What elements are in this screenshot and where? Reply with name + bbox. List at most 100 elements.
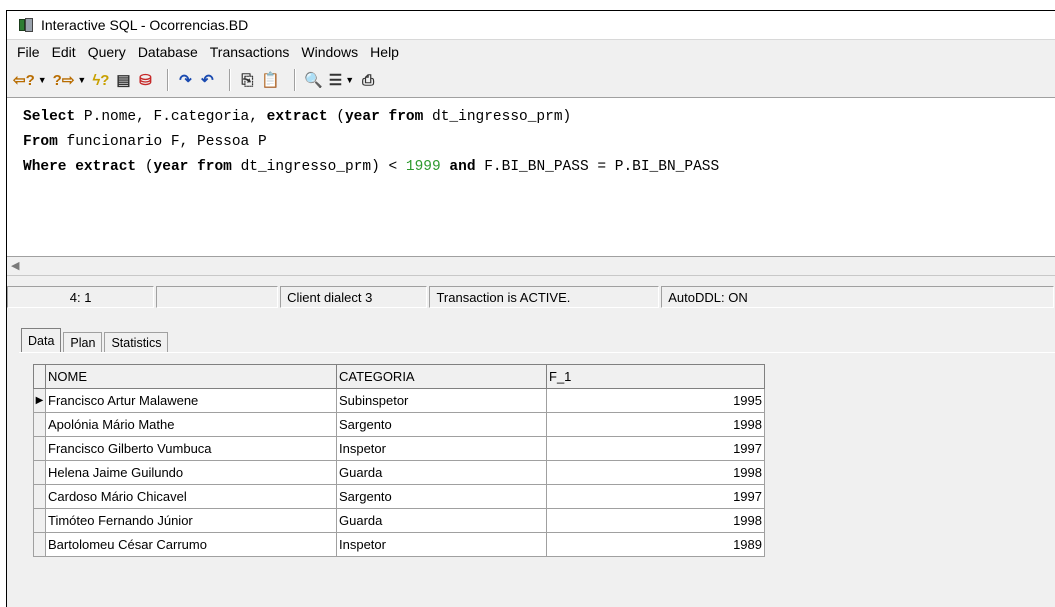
cell-f1[interactable]: 1998 xyxy=(546,508,765,533)
sql-keyword: Where xyxy=(23,159,67,175)
row-indicator xyxy=(33,484,46,509)
cell-f1[interactable]: 1998 xyxy=(546,412,765,437)
tab-data[interactable]: Data xyxy=(21,328,62,353)
sql-keyword: extract xyxy=(75,159,137,175)
cell-nome[interactable]: Helena Jaime Guilundo xyxy=(45,460,337,485)
commit-icon[interactable]: ↷ xyxy=(177,69,193,91)
sql-text: ( xyxy=(136,159,154,175)
title-bar: Interactive SQL - Ocorrencias.BD xyxy=(7,11,1055,40)
scroll-left-icon[interactable]: ◀ xyxy=(11,259,19,272)
find-icon[interactable]: 🔍 xyxy=(304,69,323,91)
row-indicator xyxy=(33,460,46,485)
client-dialect: Client dialect 3 xyxy=(280,286,428,308)
copy-icon[interactable]: ⎘ xyxy=(239,69,255,91)
column-header-nome[interactable]: NOME xyxy=(45,364,337,389)
status-bar: 4: 1 Client dialect 3 Transaction is ACT… xyxy=(7,286,1055,308)
cell-categoria[interactable]: Sargento xyxy=(336,412,547,437)
sql-text: F.BI_BN_PASS = P.BI_BN_PASS xyxy=(475,159,720,175)
sql-text: dt_ingresso_prm) < xyxy=(231,159,406,175)
sql-keyword: year xyxy=(344,109,380,125)
sql-keyword: from xyxy=(197,159,232,175)
toolbar-separator xyxy=(167,69,170,91)
print-icon[interactable]: ⎙ xyxy=(360,69,376,91)
column-header-categoria[interactable]: CATEGORIA xyxy=(336,364,547,389)
status-empty-panel xyxy=(156,286,279,308)
sql-editor[interactable]: Select P.nome, F.categoria, extract (yea… xyxy=(7,97,1055,257)
rollback-icon[interactable]: ↶ xyxy=(199,69,215,91)
result-tabs: Data Plan Statistics xyxy=(21,328,170,353)
cell-categoria[interactable]: Subinspetor xyxy=(336,388,547,413)
menu-query[interactable]: Query xyxy=(82,44,132,60)
save-script-icon[interactable]: ⛁ xyxy=(137,69,153,91)
table-row[interactable]: Cardoso Mário Chicavel Sargento 1997 xyxy=(33,484,765,509)
cell-categoria[interactable]: Inspetor xyxy=(336,532,547,557)
menu-edit[interactable]: Edit xyxy=(46,44,82,60)
menu-file[interactable]: File xyxy=(11,44,46,60)
cell-f1[interactable]: 1997 xyxy=(546,484,765,509)
cursor-position: 4: 1 xyxy=(7,286,155,308)
tab-statistics[interactable]: Statistics xyxy=(104,332,169,353)
paste-icon[interactable]: 📋 xyxy=(261,69,280,91)
toolbar: ⇦? ▼ ?⇨ ▼ ϟ? ▤ ⛁ ↷ ↶ ⎘ 📋 🔍 ☰ ▼ ⎙ xyxy=(7,65,1055,95)
table-row[interactable]: Helena Jaime Guilundo Guarda 1998 xyxy=(33,460,765,485)
column-header-f1[interactable]: F_1 xyxy=(546,364,765,389)
sql-keyword: extract xyxy=(266,109,328,125)
cell-categoria[interactable]: Guarda xyxy=(336,508,547,533)
cell-nome[interactable]: Bartolomeu César Carrumo xyxy=(45,532,337,557)
metadata-icon[interactable]: ☰ ▼ xyxy=(329,69,354,91)
cell-f1[interactable]: 1989 xyxy=(546,532,765,557)
sql-keyword: and xyxy=(449,159,476,175)
table-row[interactable]: Francisco Gilberto Vumbuca Inspetor 1997 xyxy=(33,436,765,461)
load-script-icon[interactable]: ▤ xyxy=(115,69,131,91)
menu-help[interactable]: Help xyxy=(364,44,405,60)
results-grid[interactable]: NOME CATEGORIA F_1 ▶ Francisco Artur Mal… xyxy=(33,364,765,557)
menu-windows[interactable]: Windows xyxy=(295,44,364,60)
sql-keyword: from xyxy=(388,109,424,125)
table-row[interactable]: ▶ Francisco Artur Malawene Subinspetor 1… xyxy=(33,388,765,413)
cell-categoria[interactable]: Guarda xyxy=(336,460,547,485)
row-indicator-header xyxy=(33,364,46,389)
window-title: Interactive SQL - Ocorrencias.BD xyxy=(41,17,249,33)
table-row[interactable]: Apolónia Mário Mathe Sargento 1998 xyxy=(33,412,765,437)
sql-line-3: Where extract (year from dt_ingresso_prm… xyxy=(23,155,1055,180)
cell-nome[interactable]: Francisco Gilberto Vumbuca xyxy=(45,436,337,461)
grid-header-row: NOME CATEGORIA F_1 xyxy=(33,364,765,389)
data-tab-panel: NOME CATEGORIA F_1 ▶ Francisco Artur Mal… xyxy=(19,352,1055,607)
next-query-icon[interactable]: ?⇨ ▼ xyxy=(53,69,87,91)
cell-nome[interactable]: Francisco Artur Malawene xyxy=(45,388,337,413)
menu-bar: File Edit Query Database Transactions Wi… xyxy=(7,40,1055,64)
row-indicator xyxy=(33,412,46,437)
table-row[interactable]: Timóteo Fernando Júnior Guarda 1998 xyxy=(33,508,765,533)
prev-query-icon[interactable]: ⇦? ▼ xyxy=(13,69,47,91)
cell-categoria[interactable]: Inspetor xyxy=(336,436,547,461)
sql-text: ( xyxy=(327,109,345,125)
row-indicator xyxy=(33,532,46,557)
sql-text: funcionario F, Pessoa P xyxy=(57,134,267,150)
menu-transactions[interactable]: Transactions xyxy=(204,44,296,60)
cell-f1[interactable]: 1997 xyxy=(546,436,765,461)
menu-database[interactable]: Database xyxy=(132,44,204,60)
sql-keyword: Select xyxy=(23,109,76,125)
cell-f1[interactable]: 1998 xyxy=(546,460,765,485)
sql-line-2: From funcionario F, Pessoa P xyxy=(23,130,1055,155)
cell-nome[interactable]: Timóteo Fernando Júnior xyxy=(45,508,337,533)
cell-nome[interactable]: Cardoso Mário Chicavel xyxy=(45,484,337,509)
cell-f1[interactable]: 1995 xyxy=(546,388,765,413)
table-row[interactable]: Bartolomeu César Carrumo Inspetor 1989 xyxy=(33,532,765,557)
current-row-indicator-icon: ▶ xyxy=(33,388,46,413)
toolbar-separator xyxy=(294,69,297,91)
sql-text: dt_ingresso_prm) xyxy=(423,109,572,125)
autoddl-status: AutoDDL: ON xyxy=(661,286,1054,308)
sql-line-1: Select P.nome, F.categoria, extract (yea… xyxy=(23,105,1055,130)
row-indicator xyxy=(33,436,46,461)
cell-categoria[interactable]: Sargento xyxy=(336,484,547,509)
horizontal-scrollbar[interactable]: ◀ xyxy=(7,257,1055,276)
sql-text: P.nome, F.categoria, xyxy=(75,109,267,125)
tab-plan[interactable]: Plan xyxy=(63,332,103,353)
execute-query-icon[interactable]: ϟ? xyxy=(92,69,109,91)
cell-nome[interactable]: Apolónia Mário Mathe xyxy=(45,412,337,437)
sql-number: 1999 xyxy=(405,159,441,175)
app-window: Interactive SQL - Ocorrencias.BD File Ed… xyxy=(6,10,1055,607)
